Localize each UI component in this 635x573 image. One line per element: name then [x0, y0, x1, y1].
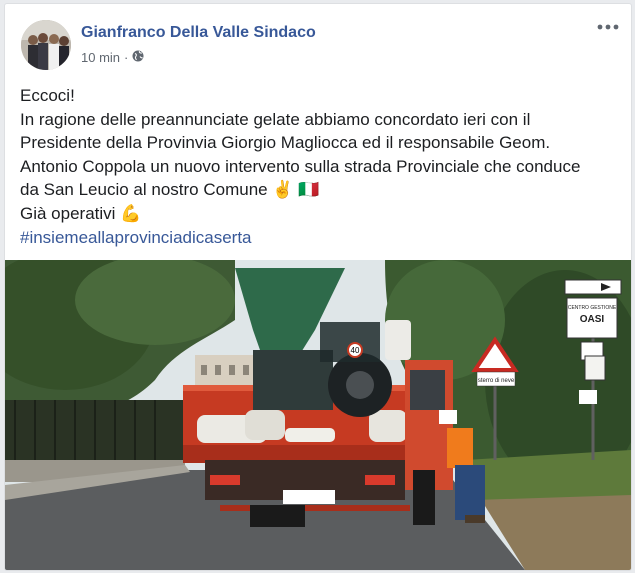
triangle-sign-label: sterro di neve: [478, 378, 515, 384]
post-line: Antonio Coppola un nuovo intervento sull…: [20, 156, 581, 176]
oasi-sign-small: CENTRO GESTIONE: [568, 305, 617, 311]
oasi-sign-title: OASI: [580, 314, 605, 325]
author-name[interactable]: Gianfranco Della Valle Sindaco: [81, 24, 316, 42]
post-line: Presidente della Provinvia Giorgio Magli…: [20, 133, 551, 153]
avatar-photo: [21, 20, 71, 70]
globe-icon[interactable]: [132, 50, 144, 65]
post-photo[interactable]: 40 sterro di neve CENTRO GESTIONE OASI: [5, 260, 631, 570]
post-body: Eccoci! In ragione delle preannunciate g…: [20, 84, 620, 249]
truck-scene-illustration: 40 sterro di neve CENTRO GESTIONE OASI: [5, 260, 631, 570]
hashtag-link[interactable]: #insiemeallaprovinciadicaserta: [20, 226, 620, 250]
post-line: Già operativi 💪: [20, 203, 142, 223]
post-card: Gianfranco Della Valle Sindaco 10 min · …: [4, 3, 632, 571]
meta-separator: ·: [124, 50, 129, 65]
author-avatar[interactable]: [21, 20, 71, 70]
post-meta: 10 min ·: [81, 50, 144, 65]
more-options-icon[interactable]: [595, 18, 621, 36]
post-line: Eccoci!: [20, 86, 75, 105]
post-timestamp[interactable]: 10 min: [81, 50, 120, 65]
speed-plate-label: 40: [351, 346, 360, 355]
post-line: In ragione delle preannunciate gelate ab…: [20, 109, 531, 129]
post-line: da San Leucio al nostro Comune ✌️ 🇮🇹: [20, 180, 320, 200]
